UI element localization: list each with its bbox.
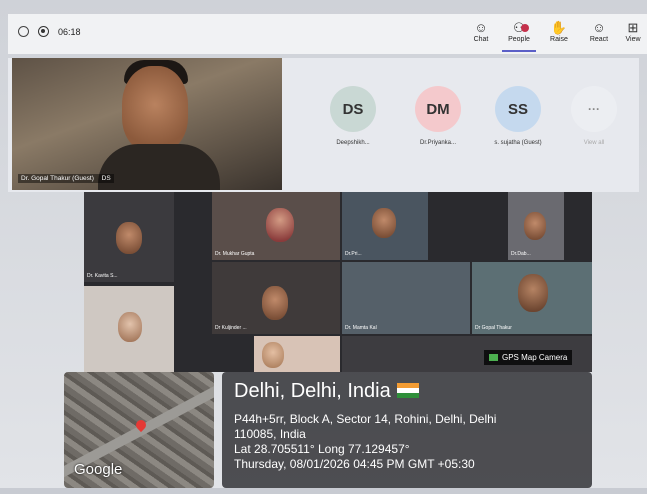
participant-figure [262, 342, 284, 368]
top-gallery: Dr. Gopal Thakur (Guest) DS DS Deepshikh… [8, 58, 639, 192]
people-icon: ⚇ [513, 20, 525, 35]
record-icon [38, 26, 49, 37]
gps-address-line1: P44h+5rr, Block A, Sector 14, Rohini, De… [234, 412, 497, 426]
participant-figure [116, 222, 142, 254]
avatar: DM [415, 86, 461, 132]
tile-name: Dr Gopal Thakur [475, 325, 512, 331]
view-label: View [625, 36, 641, 43]
participant-figure [262, 286, 288, 320]
react-button[interactable]: ☺ React [582, 20, 616, 43]
participant-grid: Dr. Kavita S... Dr. Mukhar Gupta Dr.Pri.… [84, 192, 592, 372]
camera-icon [489, 354, 498, 361]
gps-camera-tag: GPS Map Camera [484, 350, 573, 365]
video-tile[interactable] [254, 336, 340, 372]
participant-figure [518, 274, 548, 312]
react-label: React [589, 36, 609, 43]
video-tile[interactable]: Dr.Pri... [342, 192, 428, 260]
toolbar-left: 06:18 [18, 26, 81, 37]
tile-name: Dr.Pri... [345, 251, 362, 257]
meeting-timer: 06:18 [58, 26, 81, 37]
people-button[interactable]: ⚇ People [502, 20, 536, 52]
main-tile-badge: DS [101, 175, 111, 182]
chat-label: Chat [473, 36, 489, 43]
india-flag-icon [396, 383, 419, 398]
react-icon: ☺ [592, 20, 606, 35]
avatar-tile-ds[interactable]: DS Deepshikh... [325, 86, 381, 146]
gps-address-block: P44h+5rr, Block A, Sector 14, Rohini, De… [234, 412, 496, 472]
participant-face [122, 66, 188, 152]
gps-city-text: Delhi, Delhi, India [234, 380, 391, 402]
main-video-tile[interactable]: Dr. Gopal Thakur (Guest) DS [12, 58, 282, 190]
avatar-tile-ss[interactable]: SS s. sujatha (Guest) [490, 86, 546, 146]
tile-name: Dr.Dab... [511, 251, 531, 257]
raise-hand-button[interactable]: ✋ Raise [542, 20, 576, 43]
video-tile[interactable] [84, 286, 174, 372]
tile-name: Dr. Mamta Kal [345, 325, 377, 331]
avatar-label: Dr.Priyanka... [419, 140, 456, 146]
avatar-label: s. sujatha (Guest) [494, 140, 542, 146]
gps-address-line2: 110085, India [234, 427, 306, 441]
participant-figure [266, 208, 294, 242]
gps-datetime: Thursday, 08/01/2026 04:45 PM GMT +05:30 [234, 457, 475, 471]
video-tile[interactable]: Dr. Mamta Kal [342, 262, 470, 334]
tile-name: Dr Kuljinder ... [215, 325, 247, 331]
taskbar [0, 488, 647, 494]
gps-tag-label: GPS Map Camera [502, 353, 568, 362]
avatar-tile-dm[interactable]: DM Dr.Priyanka... [410, 86, 466, 146]
avatar: SS [495, 86, 541, 132]
gps-info-panel: Delhi, Delhi, India P44h+5rr, Block A, S… [222, 372, 592, 488]
avatar-label: Deepshikh... [336, 140, 370, 146]
view-button[interactable]: ⊞ View [620, 20, 646, 43]
view-all-tile[interactable]: ··· View all [566, 86, 622, 146]
main-tile-name-text: Dr. Gopal Thakur (Guest) [21, 175, 94, 182]
participant-figure [524, 212, 546, 240]
video-tile[interactable]: Dr.Dab... [508, 192, 564, 260]
raise-label: Raise [550, 36, 568, 43]
meeting-toolbar: 06:18 ☺ Chat ⚇ People ✋ Raise ☺ React ⊞ … [8, 14, 647, 54]
people-label: People [508, 36, 530, 43]
tile-name: Dr. Mukhar Gupta [215, 251, 255, 257]
video-tile[interactable]: Dr Kuljinder ... [212, 262, 340, 334]
location-map: Google [64, 372, 214, 488]
main-tile-name: Dr. Gopal Thakur (Guest) DS [18, 174, 114, 183]
participant-figure [372, 208, 396, 238]
chat-icon: ☺ [474, 20, 488, 35]
video-tile[interactable]: Dr. Kavita S... [84, 192, 174, 282]
more-icon: ··· [571, 86, 617, 132]
avatar: DS [330, 86, 376, 132]
map-logo: Google [74, 461, 123, 478]
gps-city: Delhi, Delhi, India [234, 380, 419, 403]
tile-name: Dr. Kavita S... [87, 273, 118, 279]
screen: 06:18 ☺ Chat ⚇ People ✋ Raise ☺ React ⊞ … [0, 0, 647, 494]
hand-icon: ✋ [550, 20, 568, 35]
people-badge [521, 24, 529, 32]
view-all-label: View all [583, 140, 605, 146]
view-icon: ⊞ [627, 20, 639, 35]
chat-button[interactable]: ☺ Chat [464, 20, 498, 43]
participant-figure [118, 312, 142, 342]
video-tile[interactable]: Dr Gopal Thakur [472, 262, 592, 334]
gps-latlong: Lat 28.705511° Long 77.129457° [234, 442, 410, 456]
status-ring-icon [18, 26, 29, 37]
participant-body [98, 144, 220, 190]
video-tile[interactable]: Dr. Mukhar Gupta [212, 192, 340, 260]
